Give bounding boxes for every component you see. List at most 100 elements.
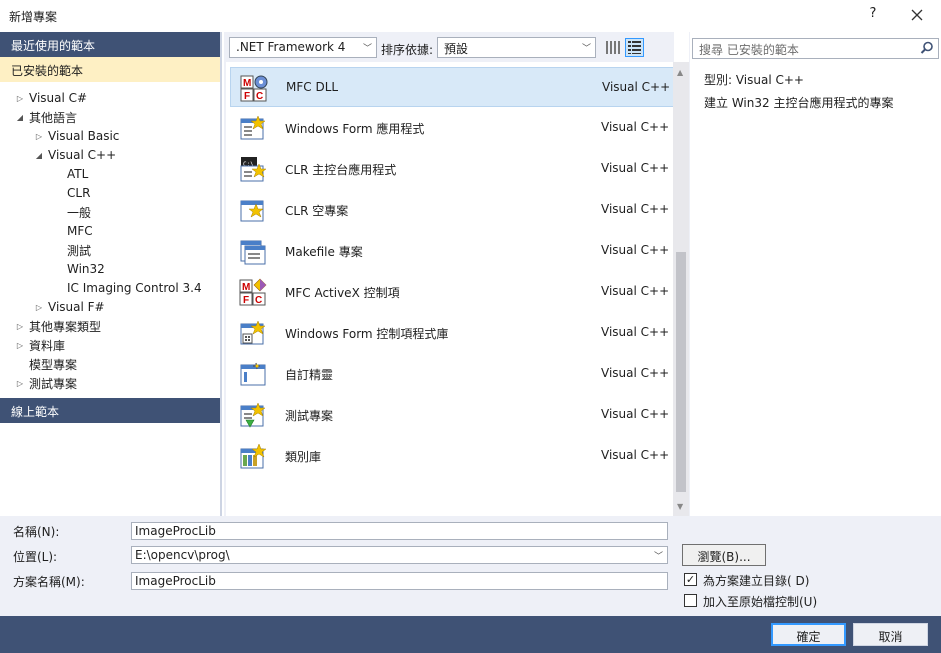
collapse-arrow-icon[interactable]: ◢ [14, 113, 26, 122]
tree-item-other-languages[interactable]: ◢ 其他語言 [14, 108, 77, 126]
expand-arrow-icon[interactable]: ▷ [33, 303, 45, 312]
expand-arrow-icon[interactable]: ▷ [14, 341, 26, 350]
create-directory-checkbox[interactable]: ✓ [684, 573, 697, 586]
chevron-down-icon: ﹀ [581, 44, 591, 54]
expand-arrow-icon[interactable]: ▷ [14, 94, 26, 103]
tree-item-general[interactable]: 一般 [67, 203, 91, 221]
project-name-input[interactable]: ImageProcLib [131, 522, 668, 540]
location-input[interactable]: E:\opencv\prog\ ﹀ [131, 546, 668, 564]
template-language: Visual C++ [601, 161, 670, 175]
template-name: Windows Form 控制項程式庫 [285, 327, 449, 341]
tree-item-visual-cpp[interactable]: ◢ Visual C++ [33, 146, 116, 164]
svg-text:F: F [244, 91, 250, 102]
template-row-custom-wizard[interactable]: 自訂精靈 Visual C++ [230, 354, 674, 394]
list-view-button[interactable] [625, 38, 644, 57]
sort-select-value: 預設 [444, 42, 469, 56]
template-row-clr-empty-project[interactable]: CLR 空專案 Visual C++ [230, 190, 674, 230]
search-placeholder: 搜尋 已安裝的範本 [699, 43, 799, 57]
framework-select-value: .NET Framework 4 [236, 40, 346, 54]
scroll-up-icon[interactable]: ▲ [677, 68, 683, 77]
scrollbar-thumb[interactable] [676, 252, 686, 492]
template-name: Makefile 專案 [285, 245, 363, 259]
expand-arrow-icon[interactable]: ▷ [33, 132, 45, 141]
windows-form-control-library-icon [240, 320, 266, 345]
tree-item-label: MFC [67, 224, 93, 238]
template-language: Visual C++ [601, 120, 670, 134]
mfc-dll-icon: M F C [240, 75, 268, 102]
template-row-windows-form-control-library[interactable]: Windows Form 控制項程式庫 Visual C++ [230, 313, 674, 353]
class-library-icon [240, 443, 267, 469]
window-title: 新增專案 [9, 10, 58, 24]
tree-item-label: 模型專案 [29, 357, 78, 372]
sort-select[interactable]: 預設 ﹀ [437, 37, 596, 58]
recent-templates-header[interactable]: 最近使用的範本 [0, 32, 220, 57]
tree-item-database[interactable]: ▷ 資料庫 [14, 336, 65, 354]
tree-item-mfc[interactable]: MFC [67, 222, 93, 240]
clr-empty-project-icon [240, 200, 264, 222]
template-name: CLR 主控台應用程式 [285, 163, 397, 177]
tree-item-label: 其他語言 [29, 110, 78, 125]
template-row-windows-form-app[interactable]: Windows Form 應用程式 Visual C++ [230, 108, 674, 148]
help-button[interactable]: ? [866, 6, 880, 21]
template-toolbar: .NET Framework 4 ﹀ 排序依據: 預設 ﹀ [224, 32, 674, 62]
scroll-down-icon[interactable]: ▼ [677, 502, 683, 511]
ok-button[interactable]: 確定 [771, 623, 846, 646]
tree-item-test-projects[interactable]: ▷ 測試專案 [14, 374, 77, 392]
expand-arrow-icon[interactable]: ▷ [14, 322, 26, 331]
cancel-button[interactable]: 取消 [853, 623, 928, 646]
create-directory-label: 為方案建立目錄( D) [703, 574, 810, 588]
template-language: Visual C++ [601, 243, 670, 257]
template-description: 建立 Win32 主控台應用程式的專案 [704, 96, 894, 110]
tree-item-atl[interactable]: ATL [67, 165, 88, 183]
tree-item-label: IC Imaging Control 3.4 [67, 281, 202, 295]
tree-item-label: Visual C++ [48, 148, 117, 162]
tree-item-modeling-projects[interactable]: 模型專案 [29, 355, 77, 373]
tree-item-visual-fsharp[interactable]: ▷ Visual F# [33, 298, 105, 316]
tree-item-test[interactable]: 測試 [67, 241, 91, 259]
tree-item-clr[interactable]: CLR [67, 184, 90, 202]
chevron-down-icon[interactable]: ﹀ [654, 549, 663, 562]
template-row-clr-console-app[interactable]: C:\ CLR 主控台應用程式 Visual C++ [230, 149, 674, 189]
template-row-makefile-project[interactable]: Makefile 專案 Visual C++ [230, 231, 674, 271]
tree-item-label: 其他專案類型 [29, 319, 102, 334]
tree-item-label: Visual C# [29, 91, 88, 105]
location-label: 位置(L): [13, 550, 58, 564]
source-control-checkbox[interactable] [684, 594, 697, 607]
template-row-test-project[interactable]: 測試專案 Visual C++ [230, 395, 674, 435]
clr-console-app-icon: C:\ [240, 157, 267, 182]
small-icons-view-button[interactable] [603, 38, 622, 57]
framework-select[interactable]: .NET Framework 4 ﹀ [229, 37, 377, 58]
name-label: 名稱(N): [13, 525, 60, 539]
tree-item-win32[interactable]: Win32 [67, 260, 105, 278]
sort-label: 排序依據: [381, 43, 434, 57]
browse-button[interactable]: 瀏覽(B)... [682, 544, 766, 566]
svg-text:M: M [242, 282, 250, 293]
template-list: M F C MFC DLL Visual C++ Windows Form 應用… [224, 62, 674, 516]
solution-name-input[interactable]: ImageProcLib [131, 572, 668, 590]
collapse-arrow-icon[interactable]: ◢ [33, 151, 45, 160]
tree-item-ic-imaging-control[interactable]: IC Imaging Control 3.4 [67, 279, 202, 297]
template-row-mfc-dll[interactable]: M F C MFC DLL Visual C++ [230, 67, 674, 107]
makefile-project-icon [240, 240, 266, 265]
template-categories-pane: 最近使用的範本 已安裝的範本 ▷ Visual C# ◢ 其他語言 ▷ Visu… [0, 32, 222, 516]
online-templates-header[interactable]: 線上範本 [0, 398, 220, 423]
template-list-scrollbar[interactable]: ▲ ▼ [673, 62, 689, 516]
tree-item-visual-csharp[interactable]: ▷ Visual C# [14, 89, 87, 107]
close-icon [911, 9, 923, 21]
close-button[interactable] [906, 5, 928, 25]
tree-item-visual-basic[interactable]: ▷ Visual Basic [33, 127, 120, 145]
template-row-class-library[interactable]: 類別庫 Visual C++ [230, 436, 674, 476]
tree-item-other-project-types[interactable]: ▷ 其他專案類型 [14, 317, 101, 335]
template-name: CLR 空專案 [285, 204, 349, 218]
list-view-icon [628, 41, 641, 54]
expand-arrow-icon[interactable]: ▷ [14, 379, 26, 388]
mfc-activex-icon: M F C [239, 278, 267, 306]
template-name: MFC DLL [286, 80, 339, 94]
installed-templates-header[interactable]: 已安裝的範本 [0, 57, 220, 82]
search-icon[interactable] [920, 41, 934, 55]
solution-name-value: ImageProcLib [135, 574, 216, 588]
template-row-mfc-activex[interactable]: M F C MFC ActiveX 控制項 Visual C++ [230, 272, 674, 312]
svg-text:M: M [243, 78, 251, 89]
template-search-input[interactable]: 搜尋 已安裝的範本 [692, 38, 939, 59]
template-type: 型別: Visual C++ [704, 73, 804, 87]
